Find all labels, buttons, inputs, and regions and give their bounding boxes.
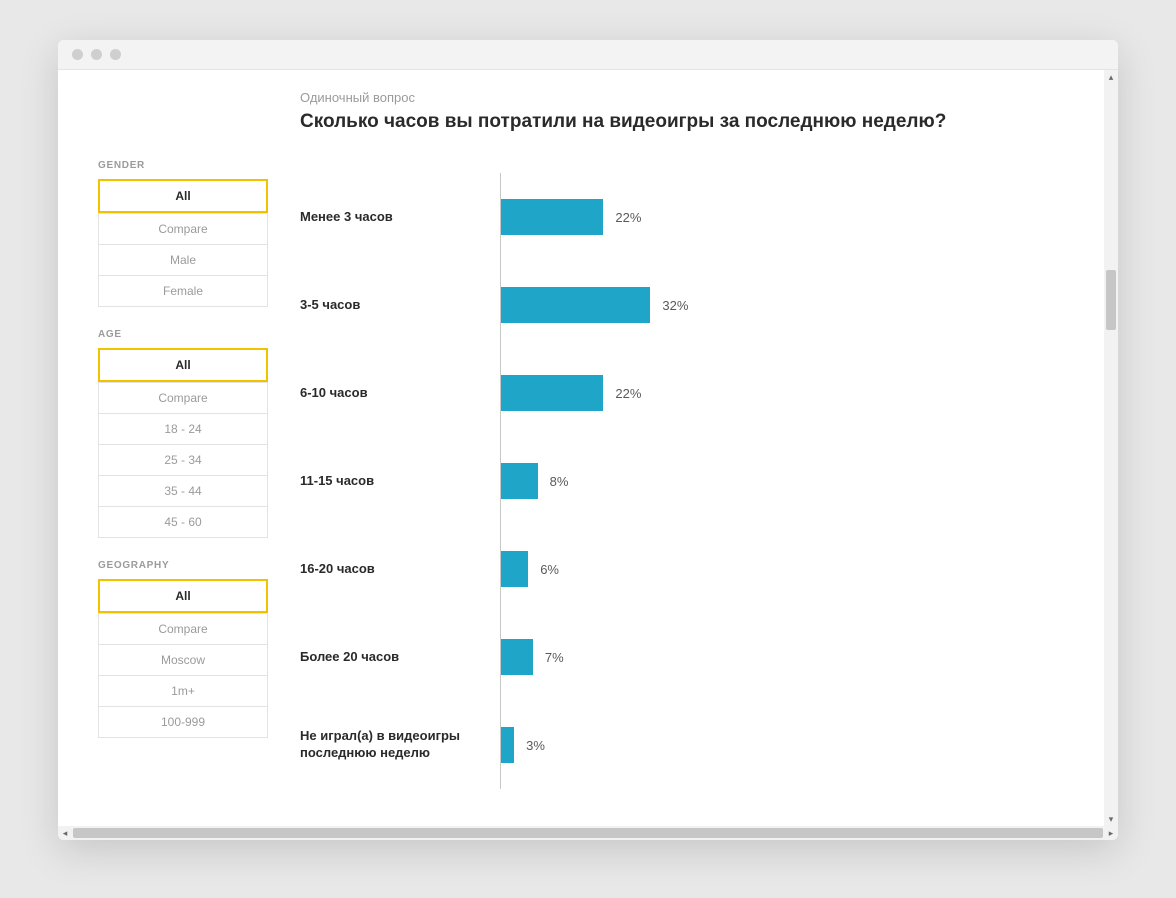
filter-option[interactable]: 35 - 44 (98, 476, 268, 507)
window-control-close[interactable] (72, 49, 83, 60)
viewport: GENDERAllCompareMaleFemaleAGEAllCompare1… (58, 70, 1118, 840)
chart-row: 16-20 часов 6% (300, 525, 1064, 613)
filter-option[interactable]: Moscow (98, 645, 268, 676)
filter-option[interactable]: Compare (98, 382, 268, 414)
filter-group-header: GENDER (98, 160, 268, 171)
chart-axis-line (500, 437, 501, 525)
chart-row-plot: 22% (500, 349, 1064, 437)
filter-option[interactable]: 100-999 (98, 707, 268, 738)
chart-row: Не играл(а) в видеоигры последнюю неделю… (300, 701, 1064, 789)
filter-group-header: AGE (98, 329, 268, 340)
filter-option[interactable]: All (98, 179, 268, 213)
chart-bar-value: 32% (662, 298, 688, 313)
bar-chart: Менее 3 часов 22% 3-5 часов 32% 6-10 часов 22… (300, 173, 1064, 789)
chart-bar (500, 639, 533, 675)
chart-row: Менее 3 часов 22% (300, 173, 1064, 261)
scroll-down-arrow-icon[interactable]: ▾ (1104, 812, 1118, 826)
chart-row-label: Более 20 часов (300, 649, 500, 666)
chart-bar-value: 22% (615, 210, 641, 225)
scroll-up-arrow-icon[interactable]: ▴ (1104, 70, 1118, 84)
question-title: Сколько часов вы потратили на видеоигры … (300, 111, 1064, 133)
filter-option[interactable]: All (98, 348, 268, 382)
chart-bar-value: 22% (615, 386, 641, 401)
chart-bar-value: 6% (540, 562, 559, 577)
main-panel: Одиночный вопрос Сколько часов вы потрат… (300, 90, 1064, 789)
window-control-minimize[interactable] (91, 49, 102, 60)
chart-axis-line (500, 349, 501, 437)
filter-group: GENDER AllCompareMaleFemale (98, 160, 268, 307)
chart-row-plot: 3% (500, 701, 1064, 789)
filter-option[interactable]: Compare (98, 613, 268, 645)
chart-row-label: 11-15 часов (300, 473, 500, 490)
chart-row: 6-10 часов 22% (300, 349, 1064, 437)
chart-axis-line (500, 173, 501, 261)
chart-bar (500, 375, 603, 411)
chart-row-plot: 8% (500, 437, 1064, 525)
chart-row-label: Менее 3 часов (300, 209, 500, 226)
chart-bar-value: 8% (550, 474, 569, 489)
chart-row: 11-15 часов 8% (300, 437, 1064, 525)
vertical-scroll-thumb[interactable] (1106, 270, 1116, 330)
chart-row-label: 3-5 часов (300, 297, 500, 314)
vertical-scrollbar[interactable]: ▴ ▾ (1104, 70, 1118, 826)
horizontal-scroll-thumb[interactable] (73, 828, 1103, 838)
scroll-left-arrow-icon[interactable]: ◂ (58, 826, 72, 840)
filter-option[interactable]: 1m+ (98, 676, 268, 707)
chart-row-plot: 7% (500, 613, 1064, 701)
filter-option[interactable]: Male (98, 245, 268, 276)
filter-option[interactable]: All (98, 579, 268, 613)
filter-option[interactable]: Compare (98, 213, 268, 245)
chart-axis-line (500, 701, 501, 789)
content-area: GENDERAllCompareMaleFemaleAGEAllCompare1… (58, 70, 1104, 826)
window-control-maximize[interactable] (110, 49, 121, 60)
horizontal-scrollbar[interactable]: ◂ ▸ (58, 826, 1118, 840)
chart-row-label: Не играл(а) в видеоигры последнюю неделю (300, 728, 500, 762)
chart-bar (500, 551, 528, 587)
question-type-label: Одиночный вопрос (300, 90, 1064, 105)
chart-axis-line (500, 613, 501, 701)
filter-group: GEOGRAPHY AllCompareMoscow1m+100-999 (98, 560, 268, 738)
chart-row: 3-5 часов 32% (300, 261, 1064, 349)
window-titlebar (58, 40, 1118, 70)
chart-row: Более 20 часов 7% (300, 613, 1064, 701)
filter-option[interactable]: Female (98, 276, 268, 307)
chart-row-plot: 6% (500, 525, 1064, 613)
filter-option[interactable]: 25 - 34 (98, 445, 268, 476)
chart-axis-line (500, 525, 501, 613)
filter-group: AGE AllCompare18 - 2425 - 3435 - 4445 - 6… (98, 329, 268, 538)
filters-sidebar: GENDERAllCompareMaleFemaleAGEAllCompare1… (98, 90, 268, 789)
app-window: GENDERAllCompareMaleFemaleAGEAllCompare1… (58, 40, 1118, 840)
chart-row-plot: 32% (500, 261, 1064, 349)
chart-row-plot: 22% (500, 173, 1064, 261)
chart-bar (500, 287, 650, 323)
filter-option[interactable]: 45 - 60 (98, 507, 268, 538)
chart-bar (500, 727, 514, 763)
chart-row-label: 16-20 часов (300, 561, 500, 578)
chart-bar-value: 3% (526, 738, 545, 753)
filter-option[interactable]: 18 - 24 (98, 414, 268, 445)
chart-bar (500, 199, 603, 235)
chart-bar-value: 7% (545, 650, 564, 665)
chart-axis-line (500, 261, 501, 349)
chart-bar (500, 463, 538, 499)
scroll-right-arrow-icon[interactable]: ▸ (1104, 826, 1118, 840)
chart-row-label: 6-10 часов (300, 385, 500, 402)
filter-group-header: GEOGRAPHY (98, 560, 268, 571)
